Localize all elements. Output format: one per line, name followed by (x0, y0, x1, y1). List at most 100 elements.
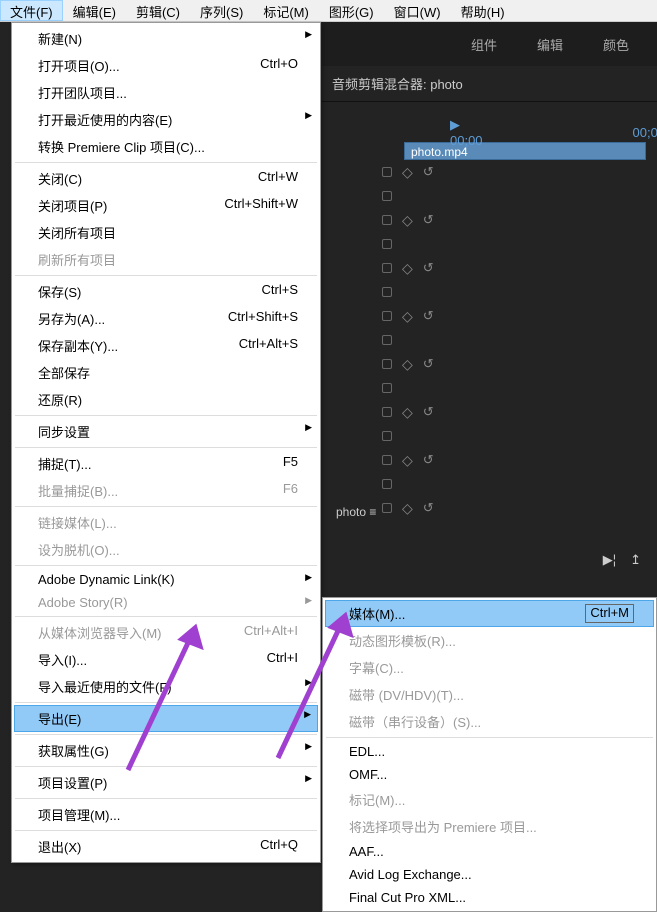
submenu-item[interactable]: Final Cut Pro XML... (325, 886, 654, 909)
export-submenu: 媒体(M)...Ctrl+M动态图形模板(R)...字幕(C)...磁带 (DV… (322, 597, 657, 912)
track-row (378, 232, 657, 256)
submenu-item[interactable]: AAF... (325, 840, 654, 863)
track-row: ◇↺ (378, 400, 657, 424)
keyframe-icon[interactable]: ◇ (402, 404, 413, 421)
mute-toggle[interactable] (382, 167, 392, 177)
tab-assembly[interactable]: 组件 (471, 35, 497, 54)
keyframe-icon[interactable]: ◇ (402, 308, 413, 325)
reset-icon[interactable]: ↺ (423, 356, 434, 372)
chevron-right-icon: ▶ (305, 595, 312, 606)
menu-item: 从媒体浏览器导入(M)Ctrl+Alt+I (14, 619, 318, 646)
tab-color[interactable]: 颜色 (603, 35, 629, 54)
menubar-item-marker[interactable]: 标记(M) (253, 0, 319, 21)
menu-item[interactable]: 还原(R) (14, 386, 318, 413)
menu-item[interactable]: 全部保存 (14, 359, 318, 386)
submenu-item[interactable]: EDL... (325, 740, 654, 763)
keyframe-icon[interactable]: ◇ (402, 212, 413, 229)
menu-item: 批量捕捉(B)...F6 (14, 477, 318, 504)
menu-item[interactable]: 关闭(C)Ctrl+W (14, 165, 318, 192)
track-row: ◇↺ (378, 256, 657, 280)
menubar-item-graphic[interactable]: 图形(G) (319, 0, 384, 21)
mute-toggle[interactable] (382, 479, 392, 489)
sequence-tab[interactable]: photo ≡ (336, 505, 376, 519)
menu-item: 链接媒体(L)... (14, 509, 318, 536)
mute-toggle[interactable] (382, 263, 392, 273)
mute-toggle[interactable] (382, 335, 392, 345)
menubar-item-file[interactable]: 文件(F) (0, 0, 63, 21)
menu-item[interactable]: Adobe Dynamic Link(K)▶ (14, 568, 318, 591)
track-row: ◇↺ (378, 448, 657, 472)
keyframe-icon[interactable]: ◇ (402, 260, 413, 277)
keyframe-icon[interactable]: ◇ (402, 500, 413, 517)
menu-item[interactable]: 打开团队项目... (14, 79, 318, 106)
mute-toggle[interactable] (382, 191, 392, 201)
menu-item[interactable]: 导入(I)...Ctrl+I (14, 646, 318, 673)
submenu-item: 磁带（串行设备）(S)... (325, 708, 654, 735)
menubar-item-window[interactable]: 窗口(W) (384, 0, 451, 21)
play-loop-icon[interactable]: ▶¦ (603, 552, 616, 568)
menu-item: 刷新所有项目 (14, 246, 318, 273)
menu-item[interactable]: 另存为(A)...Ctrl+Shift+S (14, 305, 318, 332)
menu-item[interactable]: 保存(S)Ctrl+S (14, 278, 318, 305)
menu-item[interactable]: 关闭项目(P)Ctrl+Shift+W (14, 192, 318, 219)
menu-item[interactable]: 导出(E)▶ (14, 705, 318, 732)
mute-toggle[interactable] (382, 287, 392, 297)
menu-item[interactable]: 导入最近使用的文件(F)▶ (14, 673, 318, 700)
keyframe-icon[interactable]: ◇ (402, 452, 413, 469)
mute-toggle[interactable] (382, 503, 392, 513)
track-row (378, 184, 657, 208)
reset-icon[interactable]: ↺ (423, 212, 434, 228)
submenu-item[interactable]: Avid Log Exchange... (325, 863, 654, 886)
reset-icon[interactable]: ↺ (423, 308, 434, 324)
menu-item[interactable]: 转换 Premiere Clip 项目(C)... (14, 133, 318, 160)
menu-item[interactable]: 项目管理(M)... (14, 801, 318, 828)
chevron-right-icon: ▶ (305, 422, 312, 433)
chevron-right-icon: ▶ (305, 773, 312, 784)
chevron-right-icon: ▶ (305, 741, 312, 752)
audio-clip[interactable]: photo.mp4 (404, 142, 646, 160)
reset-icon[interactable]: ↺ (423, 164, 434, 180)
mute-toggle[interactable] (382, 431, 392, 441)
submenu-item: 将选择项导出为 Premiere 项目... (325, 813, 654, 840)
menubar-item-sequence[interactable]: 序列(S) (190, 0, 253, 21)
menubar-item-help[interactable]: 帮助(H) (451, 0, 515, 21)
menubar-item-clip[interactable]: 剪辑(C) (126, 0, 190, 21)
track-row: ◇↺ (378, 496, 657, 520)
menu-item[interactable]: 新建(N)▶ (14, 25, 318, 52)
mute-toggle[interactable] (382, 311, 392, 321)
menu-item[interactable]: 打开最近使用的内容(E)▶ (14, 106, 318, 133)
menu-item[interactable]: 保存副本(Y)...Ctrl+Alt+S (14, 332, 318, 359)
mute-toggle[interactable] (382, 455, 392, 465)
menu-item[interactable]: 获取属性(G)▶ (14, 737, 318, 764)
menu-item[interactable]: 同步设置▶ (14, 418, 318, 445)
keyframe-icon[interactable]: ◇ (402, 356, 413, 373)
menubar-item-edit[interactable]: 编辑(E) (63, 0, 126, 21)
submenu-item: 磁带 (DV/HDV)(T)... (325, 681, 654, 708)
panel-title: 音频剪辑混合器: photo (322, 66, 657, 102)
mute-toggle[interactable] (382, 383, 392, 393)
submenu-item: 标记(M)... (325, 786, 654, 813)
tracks-area: photo.mp4 ◇↺◇↺◇↺◇↺◇↺◇↺◇↺◇↺ (378, 142, 657, 520)
export-icon[interactable]: ↥ (630, 552, 641, 568)
menu-item[interactable]: 关闭所有项目 (14, 219, 318, 246)
submenu-item[interactable]: OMF... (325, 763, 654, 786)
reset-icon[interactable]: ↺ (423, 500, 434, 516)
reset-icon[interactable]: ↺ (423, 260, 434, 276)
menubar: 文件(F) 编辑(E) 剪辑(C) 序列(S) 标记(M) 图形(G) 窗口(W… (0, 0, 657, 22)
tab-edit[interactable]: 编辑 (537, 35, 563, 54)
keyframe-icon[interactable]: ◇ (402, 164, 413, 181)
timecode-end: 00;04;59;29 (633, 125, 657, 140)
track-row (378, 280, 657, 304)
menu-item[interactable]: 打开项目(O)...Ctrl+O (14, 52, 318, 79)
menu-item[interactable]: 项目设置(P)▶ (14, 769, 318, 796)
mute-toggle[interactable] (382, 215, 392, 225)
menu-item[interactable]: 捕捉(T)...F5 (14, 450, 318, 477)
mute-toggle[interactable] (382, 359, 392, 369)
track-row (378, 472, 657, 496)
mute-toggle[interactable] (382, 239, 392, 249)
submenu-item[interactable]: 媒体(M)...Ctrl+M (325, 600, 654, 627)
chevron-right-icon: ▶ (305, 677, 312, 688)
reset-icon[interactable]: ↺ (423, 404, 434, 420)
mute-toggle[interactable] (382, 407, 392, 417)
reset-icon[interactable]: ↺ (423, 452, 434, 468)
